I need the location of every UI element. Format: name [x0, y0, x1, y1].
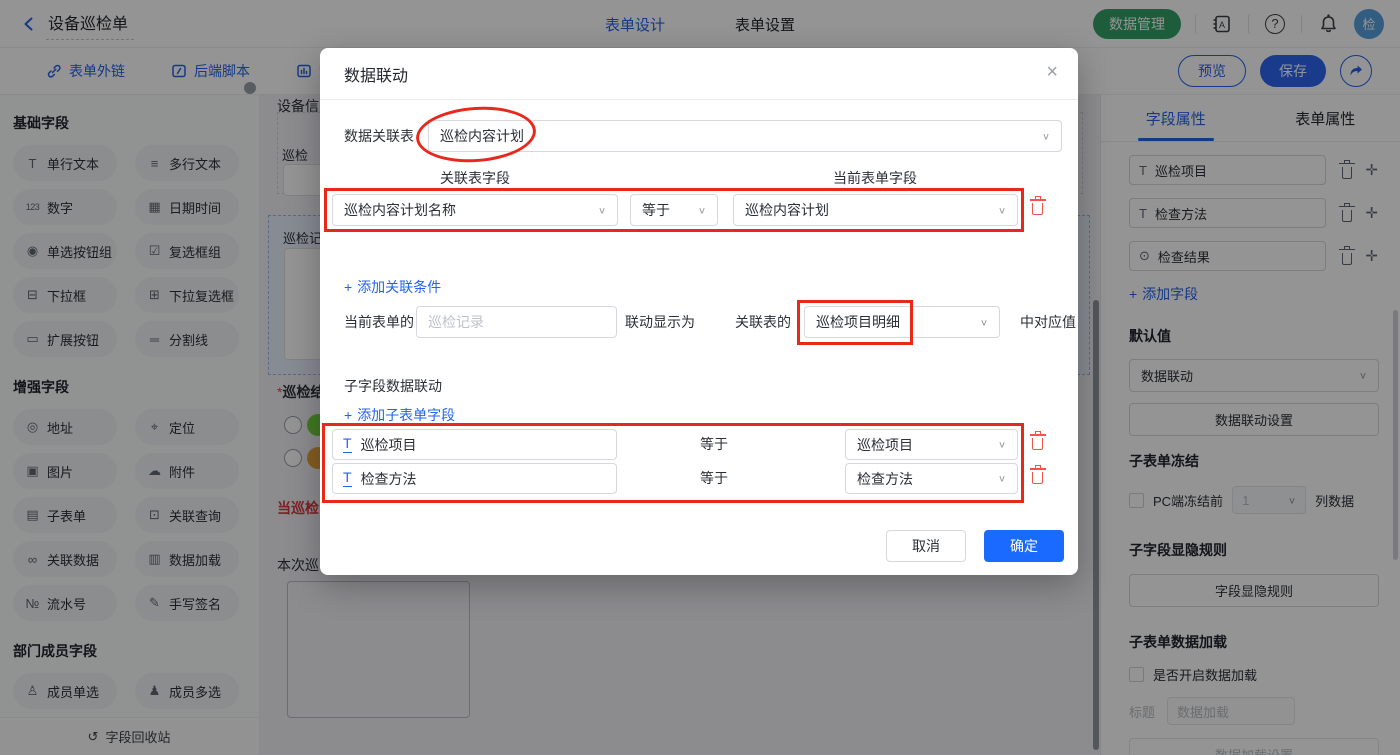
- subfield-right-select[interactable]: 巡检项目 ∨: [845, 429, 1018, 460]
- column-header-right: 当前表单字段: [780, 168, 970, 188]
- linked-table-select[interactable]: 巡检内容计划 ∨: [428, 120, 1062, 152]
- display-suffix-label: 中对应值: [1020, 306, 1076, 338]
- plus-icon: +: [344, 407, 352, 423]
- display-target-select[interactable]: 巡检项目明细 ∨: [804, 306, 1000, 338]
- column-header-left: 关联表字段: [380, 168, 570, 188]
- linked-table-label: 数据关联表: [344, 120, 414, 152]
- chevron-down-icon: ∨: [998, 473, 1006, 484]
- subfield-left-input[interactable]: T 检查方法: [332, 463, 617, 494]
- chevron-down-icon: ∨: [598, 204, 606, 215]
- subfield-left-input[interactable]: T 巡检项目: [332, 429, 617, 460]
- modal-header: 数据联动: [320, 48, 1078, 100]
- app-root: 设备巡检单 表单设计 表单设置 数据管理 A ? 检 表单外链: [0, 0, 1400, 755]
- delete-subfield-button[interactable]: [1032, 438, 1043, 450]
- condition-left-select[interactable]: 巡检内容计划名称 ∨: [332, 194, 618, 226]
- chevron-down-icon: ∨: [980, 316, 988, 327]
- add-condition-link[interactable]: +添加关联条件: [344, 277, 441, 297]
- add-subfield-link[interactable]: +添加子表单字段: [344, 405, 455, 425]
- chevron-down-icon: ∨: [1042, 130, 1050, 141]
- chevron-down-icon: ∨: [698, 204, 706, 215]
- condition-op-select[interactable]: 等于 ∨: [630, 194, 718, 226]
- text-type-icon: T: [343, 436, 352, 452]
- equals-label: 等于: [700, 463, 728, 494]
- delete-condition-button[interactable]: [1032, 203, 1043, 215]
- chevron-down-icon: ∨: [998, 204, 1006, 215]
- confirm-button[interactable]: 确定: [984, 530, 1064, 562]
- display-prefix-label: 当前表单的: [344, 306, 414, 338]
- chevron-down-icon: ∨: [998, 439, 1006, 450]
- subfield-title: 子字段数据联动: [344, 370, 442, 402]
- text-type-icon: T: [343, 470, 352, 486]
- display-field-input[interactable]: 巡检记录: [416, 306, 617, 338]
- delete-subfield-button[interactable]: [1032, 472, 1043, 484]
- cancel-button[interactable]: 取消: [886, 530, 966, 562]
- close-icon[interactable]: ×: [1046, 62, 1058, 82]
- equals-label: 等于: [700, 429, 728, 460]
- plus-icon: +: [344, 279, 352, 295]
- data-linkage-modal: 数据联动 × 数据关联表 巡检内容计划 ∨ 关联表字段 当前表单字段 巡检内容计…: [320, 48, 1078, 575]
- display-middle-label: 联动显示为: [625, 306, 695, 338]
- modal-title: 数据联动: [344, 62, 408, 86]
- subfield-right-select[interactable]: 检查方法 ∨: [845, 463, 1018, 494]
- display-of-label: 关联表的: [735, 306, 791, 338]
- condition-right-select[interactable]: 巡检内容计划 ∨: [733, 194, 1018, 226]
